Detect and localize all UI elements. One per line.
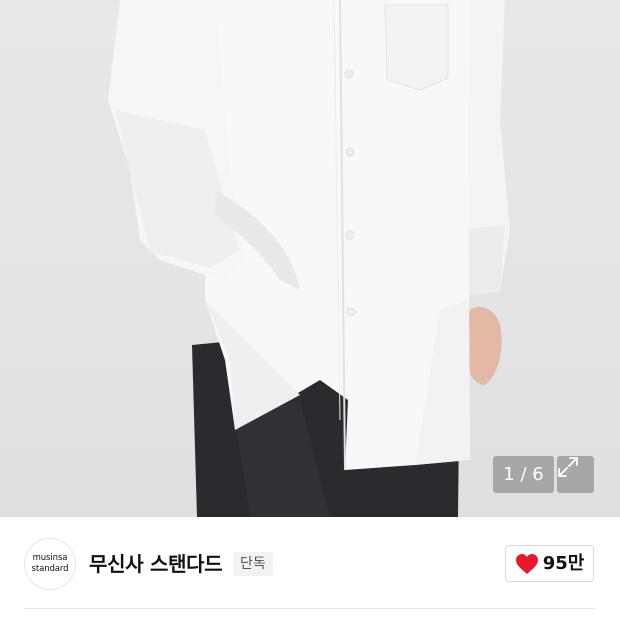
- brand-row: musinsa standard 무신사 스탠다드 단독 95만: [0, 517, 620, 620]
- brand-name[interactable]: 무신사 스탠다드: [89, 550, 223, 578]
- heart-icon: [515, 553, 538, 574]
- product-photo: [108, 0, 510, 517]
- like-button[interactable]: 95만: [505, 545, 594, 582]
- brand-logo-line1: musinsa: [32, 553, 68, 563]
- brand-logo[interactable]: musinsa standard: [24, 538, 76, 590]
- expand-icon: [558, 457, 578, 477]
- image-counter: 1 / 6: [493, 456, 554, 493]
- product-image[interactable]: 1 / 6: [0, 0, 620, 517]
- like-count: 95만: [542, 552, 585, 574]
- expand-button[interactable]: [557, 456, 594, 493]
- exclusive-badge: 단독: [233, 552, 273, 576]
- brand-logo-line2: standard: [31, 564, 69, 574]
- divider: [24, 608, 596, 609]
